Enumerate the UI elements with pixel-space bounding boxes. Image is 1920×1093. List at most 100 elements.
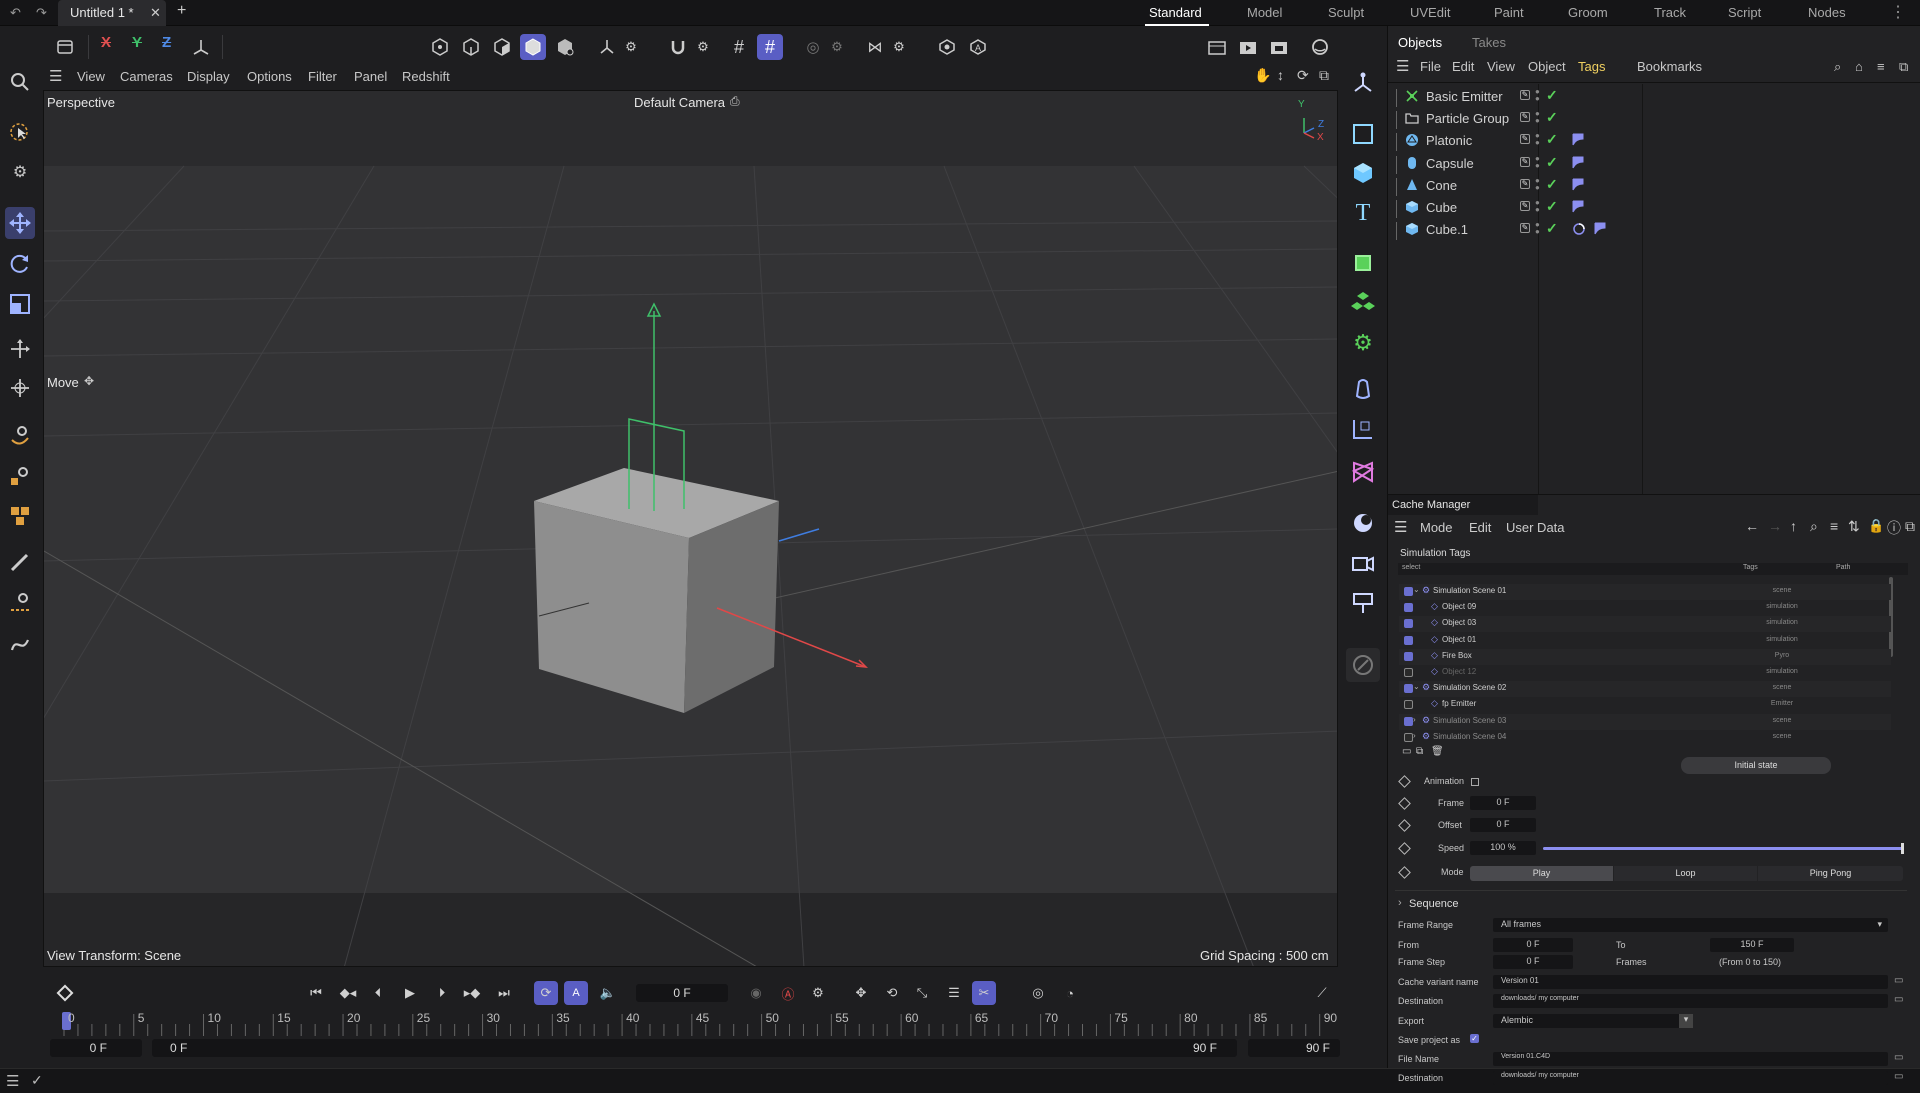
tab-takes[interactable]: Takes — [1472, 35, 1506, 50]
light-object-icon[interactable] — [1346, 586, 1380, 620]
redo-icon[interactable]: ↷ — [36, 5, 47, 21]
render-to-picture-viewer-icon[interactable] — [1266, 34, 1292, 60]
new-folder-icon[interactable]: ▭ — [1402, 746, 1411, 757]
solo-settings-icon[interactable]: ⚙ — [824, 34, 850, 60]
cache-menu-edit[interactable]: Edit — [1469, 520, 1491, 535]
dolly-view-icon[interactable]: ↕ — [1277, 67, 1284, 83]
settings-tool-icon[interactable]: ⚙ — [5, 156, 35, 188]
cache-help-icon[interactable]: ⓘ — [1887, 518, 1901, 538]
viewport-camera-name[interactable]: Default Camera — [634, 95, 725, 110]
duplicate-icon[interactable]: ⧉ — [1416, 746, 1423, 757]
camera-lock-icon[interactable]: ⎙ — [730, 94, 740, 109]
layer-icon[interactable]: ✎ — [1520, 112, 1530, 123]
tree-row-checkbox[interactable] — [1404, 732, 1413, 742]
axis-mode-icon[interactable] — [594, 34, 620, 60]
objects-menu-object[interactable]: Object — [1528, 59, 1566, 74]
auto-polygon-icon[interactable]: A — [965, 34, 991, 60]
3d-viewport[interactable]: Y Z X — [43, 90, 1338, 967]
layout-tab-uvedit[interactable]: UVEdit — [1410, 5, 1450, 20]
tree-row[interactable]: ⌄ ⚙ Simulation Scene 01 scene — [1399, 584, 1891, 600]
destination-field[interactable]: downloads/ my computer — [1493, 994, 1888, 1008]
scene-object-icon[interactable] — [1346, 506, 1380, 540]
cache-expand-icon[interactable]: ⧉ — [1905, 518, 1915, 535]
autokey-icon[interactable]: Ⓐ — [776, 981, 800, 1005]
visibility-dots-icon[interactable]: ● ● — [1535, 176, 1540, 191]
layout-tab-track[interactable]: Track — [1654, 5, 1686, 20]
expand-chevron-icon[interactable]: › — [1413, 715, 1416, 724]
redshift-icon[interactable] — [1307, 34, 1333, 60]
destination2-browse-icon[interactable]: ▭ — [1894, 1071, 1903, 1082]
timeline-max-field[interactable]: 90 F — [1248, 1039, 1340, 1057]
uv-mode-icon[interactable] — [552, 34, 578, 60]
file-name-field[interactable]: Version 01.C4D — [1493, 1052, 1888, 1066]
expand-chevron-icon[interactable]: ⌄ — [1413, 682, 1420, 691]
key-position-icon[interactable]: ✥ — [849, 981, 873, 1005]
objects-filter-icon[interactable]: ≡ — [1877, 59, 1885, 74]
tab-objects[interactable]: Objects — [1398, 35, 1442, 50]
from-field[interactable]: 0 F — [1493, 938, 1573, 952]
phong-tag-icon[interactable] — [1572, 200, 1584, 213]
tree-row-checkbox[interactable] — [1404, 603, 1413, 613]
transform-tool-icon[interactable] — [5, 333, 35, 365]
tree-row-checkbox[interactable] — [1404, 619, 1413, 629]
save-project-checkbox[interactable]: ✓ — [1470, 1034, 1479, 1043]
simulation-tag-icon[interactable] — [1572, 222, 1586, 236]
object-row[interactable]: Cube.1 ✎ ● ● ✓ — [1388, 218, 1920, 241]
tree-row[interactable]: ◇ Object 09 simulation — [1399, 600, 1891, 616]
symmetry-settings-icon[interactable]: ⚙ — [886, 34, 912, 60]
viewport-solo-icon[interactable] — [934, 34, 960, 60]
visibility-dots-icon[interactable]: ● ● — [1535, 221, 1540, 236]
up-icon[interactable]: ↑ — [1790, 518, 1797, 534]
brush-icon[interactable] — [5, 546, 35, 578]
edges-mode-icon[interactable] — [458, 34, 484, 60]
solo-icon[interactable]: ◎ — [800, 34, 826, 60]
sequence-chevron-icon[interactable]: › — [1398, 897, 1402, 909]
status-check-icon[interactable]: ✓ — [31, 1072, 43, 1089]
snap-settings-icon[interactable]: ⚙ — [690, 34, 716, 60]
new-tab-icon[interactable]: + — [177, 2, 186, 20]
viewport-menu-filter[interactable]: Filter — [308, 69, 337, 84]
speed-slider-handle[interactable] — [1901, 843, 1904, 854]
timeline-ruler[interactable] — [50, 1012, 1325, 1038]
keyframe-icon[interactable] — [53, 981, 77, 1005]
tree-row-checkbox[interactable] — [1404, 700, 1413, 710]
expand-chevron-icon[interactable]: ⌄ — [1413, 585, 1420, 594]
key-scale-icon[interactable]: ⤡ — [910, 981, 934, 1005]
subdivision-surface-icon[interactable] — [1346, 246, 1380, 280]
object-row[interactable]: Particle Group ✎ ● ● ✓ — [1388, 107, 1920, 130]
phong-tag-icon[interactable] — [1572, 178, 1584, 191]
layer-icon[interactable]: ✎ — [1520, 178, 1530, 189]
preview-range-icon[interactable]: A — [564, 981, 588, 1005]
mode-loop-button[interactable]: Loop — [1614, 866, 1757, 881]
enabled-check-icon[interactable]: ✓ — [1546, 131, 1558, 148]
enabled-check-icon[interactable]: ✓ — [1546, 154, 1558, 171]
frame-range-dropdown[interactable]: All frames ▾ — [1493, 918, 1888, 932]
effector-icon[interactable]: ⚙ — [1346, 326, 1380, 360]
current-frame-field[interactable]: 0 F — [636, 984, 728, 1002]
cache-search-icon[interactable]: ⌕ — [1810, 518, 1818, 535]
axis-settings-icon[interactable]: ⚙ — [618, 34, 644, 60]
tree-row[interactable]: ◇ Fire Box Pyro — [1399, 648, 1891, 665]
object-row[interactable]: Capsule ✎ ● ● ✓ — [1388, 152, 1920, 174]
offset-field[interactable]: 0 F — [1470, 818, 1536, 832]
scale-tool-icon[interactable] — [5, 288, 35, 320]
cache-variant-browse-icon[interactable]: ▭ — [1894, 975, 1903, 986]
layout-tab-paint[interactable]: Paint — [1494, 5, 1524, 20]
to-field[interactable]: 150 F — [1710, 938, 1794, 952]
workplane-grid-icon[interactable]: # — [757, 34, 783, 60]
initial-state-button[interactable]: Initial state — [1681, 757, 1831, 774]
object-row[interactable]: Platonic ✎ ● ● ✓ — [1388, 129, 1920, 152]
animation-checkbox[interactable] — [1471, 778, 1479, 786]
enabled-check-icon[interactable]: ✓ — [1546, 198, 1558, 215]
viewport-menu-display[interactable]: Display — [187, 69, 230, 84]
cloner-icon[interactable] — [5, 500, 35, 532]
model-mode-icon[interactable] — [520, 34, 546, 60]
move-tool-icon[interactable] — [5, 207, 35, 239]
cache-sort-icon[interactable]: ⇅ — [1848, 518, 1860, 535]
z-axis-toggle[interactable]: Z — [162, 34, 171, 51]
visibility-dots-icon[interactable]: ● ● — [1535, 132, 1540, 147]
viewport-menu-panel[interactable]: Panel — [354, 69, 387, 84]
layer-icon[interactable]: ✎ — [1520, 134, 1530, 145]
viewport-menu-redshift[interactable]: Redshift — [402, 69, 450, 84]
volume-icon[interactable] — [1346, 455, 1380, 489]
